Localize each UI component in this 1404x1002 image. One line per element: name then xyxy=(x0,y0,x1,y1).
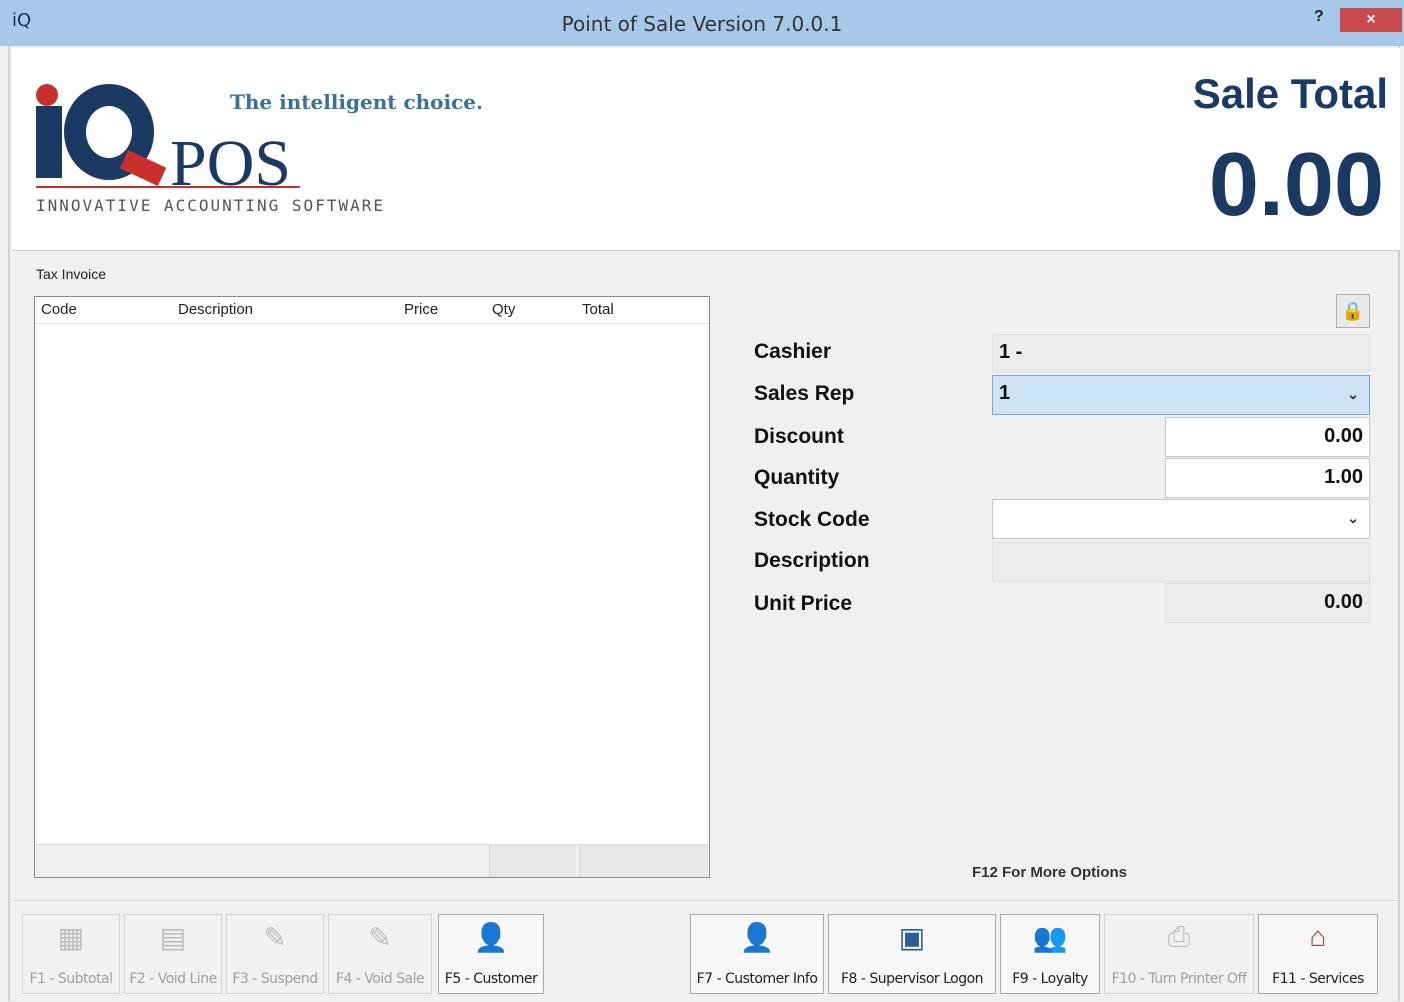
sales-rep-label: Sales Rep xyxy=(754,382,855,405)
unit-price-field: 0.00 xyxy=(1165,583,1370,623)
footer-cell-total xyxy=(579,845,708,877)
void-line-icon: ▤ xyxy=(159,922,187,953)
logo-pos: POS xyxy=(170,127,292,200)
chevron-down-icon: ⌄ xyxy=(1347,510,1359,526)
f1-label: F1 - Subtotal xyxy=(29,971,113,987)
f4-label: F4 - Void Sale xyxy=(335,971,425,987)
calculator-icon: ▦ xyxy=(57,922,85,953)
f8-supervisor-logon-button[interactable]: ▣ F8 - Supervisor Logon xyxy=(828,914,996,994)
f4-void-sale-button[interactable]: ✎ F4 - Void Sale xyxy=(328,914,432,994)
column-header-description[interactable]: Description xyxy=(178,301,253,318)
f7-label: F7 - Customer Info xyxy=(696,971,818,987)
f11-services-button[interactable]: ⌂ F11 - Services xyxy=(1258,914,1378,994)
services-icon: ⌂ xyxy=(1309,921,1327,952)
logo-i xyxy=(36,106,62,178)
discount-input[interactable]: 0.00 xyxy=(1165,417,1370,457)
column-header-total[interactable]: Total xyxy=(582,301,614,318)
lock-icon[interactable]: 🔒 xyxy=(1336,294,1370,328)
header-panel: POS INNOVATIVE ACCOUNTING SOFTWARE The i… xyxy=(12,48,1400,251)
invoice-grid-footer xyxy=(35,844,709,877)
stock-code-label: Stock Code xyxy=(754,508,870,531)
logo-dot xyxy=(36,84,58,106)
unit-price-label: Unit Price xyxy=(754,592,853,615)
f9-label: F9 - Loyalty xyxy=(1012,971,1088,987)
logo-tagline: INNOVATIVE ACCOUNTING SOFTWARE xyxy=(36,196,385,215)
customer-icon: 👤 xyxy=(473,922,509,953)
void-sale-icon: ✎ xyxy=(368,922,392,953)
window-title: Point of Sale Version 7.0.0.1 xyxy=(561,12,843,36)
column-header-qty[interactable]: Qty xyxy=(492,301,515,318)
footer-cell-qty xyxy=(489,845,576,877)
column-header-code[interactable]: Code xyxy=(41,301,77,318)
f11-label: F11 - Services xyxy=(1272,971,1364,987)
quantity-label: Quantity xyxy=(754,466,840,489)
invoice-grid-header: Code Description Price Qty Total xyxy=(35,297,709,324)
quantity-input[interactable]: 1.00 xyxy=(1165,458,1370,498)
close-button[interactable]: × xyxy=(1340,8,1402,32)
title-bar: iQ Point of Sale Version 7.0.0.1 ? × xyxy=(0,0,1404,46)
description-field xyxy=(992,542,1370,582)
f7-customer-info-button[interactable]: 👤 F7 - Customer Info xyxy=(690,914,824,994)
supervisor-icon: ▣ xyxy=(898,922,926,953)
more-options-hint: F12 For More Options xyxy=(972,864,1128,881)
discount-label: Discount xyxy=(754,425,844,448)
f10-label: F10 - Turn Printer Off xyxy=(1111,971,1247,987)
column-header-price[interactable]: Price xyxy=(404,301,438,318)
logo-divider xyxy=(36,186,300,188)
sale-total-title: Sale Total xyxy=(1192,70,1388,117)
description-label: Description xyxy=(754,549,870,572)
f2-void-line-button[interactable]: ▤ F2 - Void Line xyxy=(124,914,222,994)
stock-code-select[interactable]: ⌄ xyxy=(992,499,1370,539)
f5-customer-button[interactable]: 👤 F5 - Customer xyxy=(438,914,544,994)
f5-label: F5 - Customer xyxy=(444,971,538,987)
f10-turn-printer-off-button[interactable]: ⎙ F10 - Turn Printer Off xyxy=(1104,914,1254,994)
invoice-grid[interactable]: Code Description Price Qty Total xyxy=(34,296,710,878)
logo-slogan: The intelligent choice. xyxy=(230,90,483,114)
cashier-label: Cashier xyxy=(754,340,832,363)
help-button[interactable]: ? xyxy=(1314,8,1324,26)
f1-subtotal-button[interactable]: ▦ F1 - Subtotal xyxy=(22,914,120,994)
f2-label: F2 - Void Line xyxy=(129,971,217,987)
sales-rep-value: 1 xyxy=(999,382,1011,404)
f3-label: F3 - Suspend xyxy=(232,971,318,987)
f3-suspend-button[interactable]: ✎ F3 - Suspend xyxy=(226,914,324,994)
sale-total-value: 0.00 xyxy=(1208,135,1384,235)
customer-info-icon: 👤 xyxy=(739,922,775,953)
tax-invoice-label: Tax Invoice xyxy=(36,266,107,282)
suspend-icon: ✎ xyxy=(263,922,287,953)
cashier-value: 1 - xyxy=(999,341,1023,363)
printer-icon: ⎙ xyxy=(1167,921,1191,952)
f8-label: F8 - Supervisor Logon xyxy=(840,971,984,987)
sales-rep-select[interactable]: 1 ⌄ xyxy=(992,375,1370,415)
f9-loyalty-button[interactable]: 👥 F9 - Loyalty xyxy=(1000,914,1100,994)
loyalty-icon: 👥 xyxy=(1032,922,1068,953)
chevron-down-icon: ⌄ xyxy=(1347,386,1359,402)
cashier-field: 1 - xyxy=(992,334,1370,372)
